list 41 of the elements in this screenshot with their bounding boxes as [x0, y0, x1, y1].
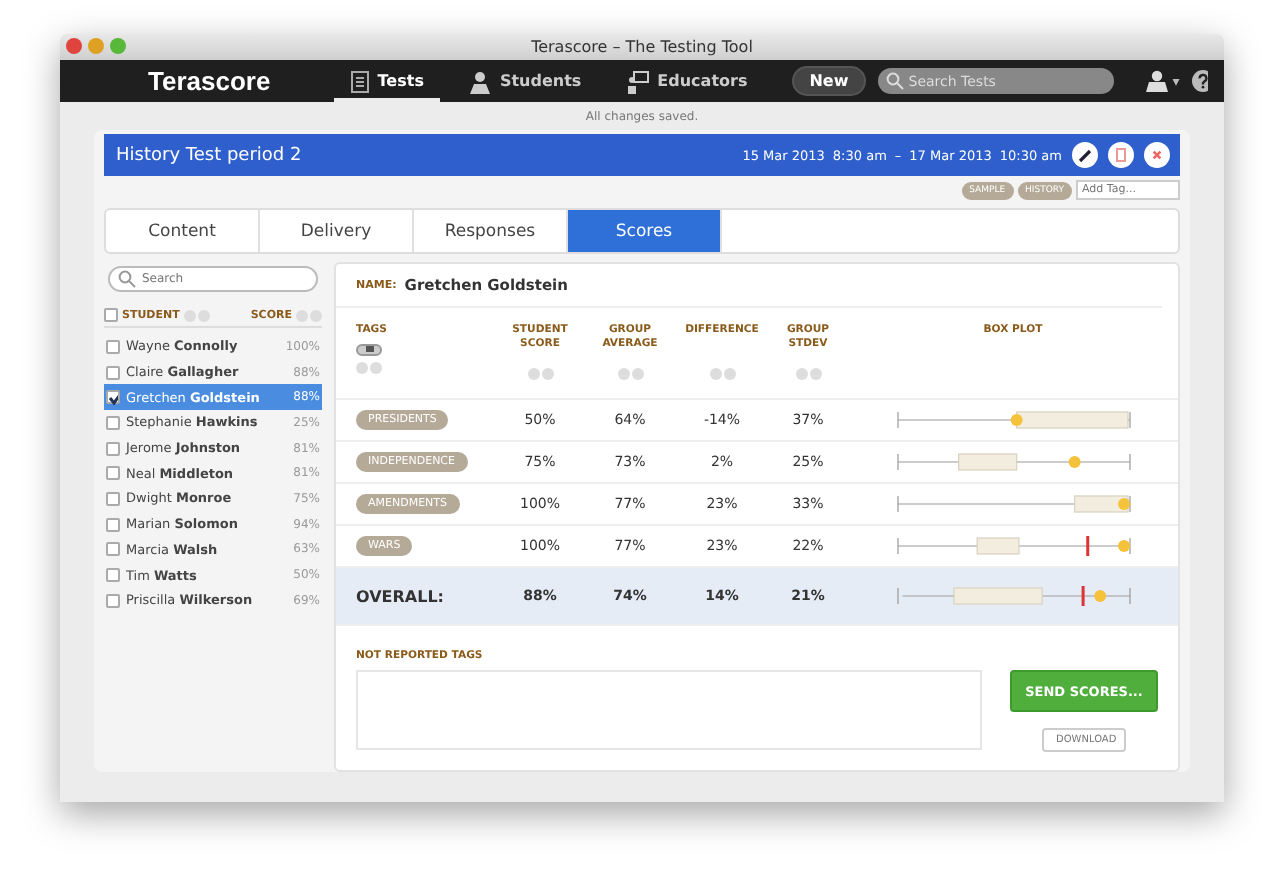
user-icon	[1146, 70, 1169, 92]
sort-buttons[interactable]	[527, 368, 553, 380]
sort-buttons[interactable]	[709, 368, 735, 380]
student-checkbox[interactable]	[106, 390, 120, 405]
document-list-icon	[349, 69, 370, 93]
window-title: Terascore – The Testing Tool	[531, 38, 753, 56]
close-window-button[interactable]	[66, 38, 82, 54]
overall-label: OVERALL:	[356, 587, 444, 605]
nav-item[interactable]: Educators	[609, 60, 764, 102]
student-checkbox[interactable]	[106, 542, 120, 557]
zoom-window-button[interactable]	[110, 38, 126, 54]
student-checkbox[interactable]	[106, 593, 120, 608]
person-with-board-icon	[625, 69, 650, 93]
search-icon	[118, 270, 136, 288]
student-checkbox[interactable]	[106, 568, 120, 583]
help-icon[interactable]	[1191, 70, 1208, 92]
test-title: History Test period 2	[116, 145, 302, 165]
delete-button[interactable]	[1144, 142, 1170, 168]
student-checkbox[interactable]	[106, 491, 120, 506]
student-checkbox[interactable]	[106, 365, 120, 380]
minimize-window-button[interactable]	[88, 38, 104, 54]
nav-item[interactable]: Students	[451, 60, 598, 102]
student-checkbox[interactable]	[106, 339, 120, 354]
tab[interactable]: Delivery	[260, 210, 414, 252]
student-checkbox[interactable]	[106, 466, 120, 481]
app-logo[interactable]: Terascore	[148, 66, 322, 96]
sort-buttons[interactable]	[617, 368, 643, 380]
student-checkbox[interactable]	[106, 415, 120, 430]
sort-buttons[interactable]	[795, 368, 821, 380]
select-all-checkbox[interactable]	[104, 308, 118, 322]
search-icon	[886, 72, 905, 90]
copy-document-button[interactable]	[1108, 142, 1134, 168]
toggle-switch[interactable]	[356, 343, 382, 356]
student-checkbox[interactable]	[106, 441, 120, 456]
tab[interactable]: Scores	[568, 210, 722, 252]
new-button[interactable]: New	[791, 66, 867, 96]
person-icon	[467, 69, 492, 93]
tab[interactable]: Content	[106, 210, 260, 252]
edit-pencil-button[interactable]	[1072, 142, 1098, 168]
student-checkbox[interactable]	[106, 517, 120, 532]
nav-item[interactable]: Tests	[333, 60, 440, 102]
